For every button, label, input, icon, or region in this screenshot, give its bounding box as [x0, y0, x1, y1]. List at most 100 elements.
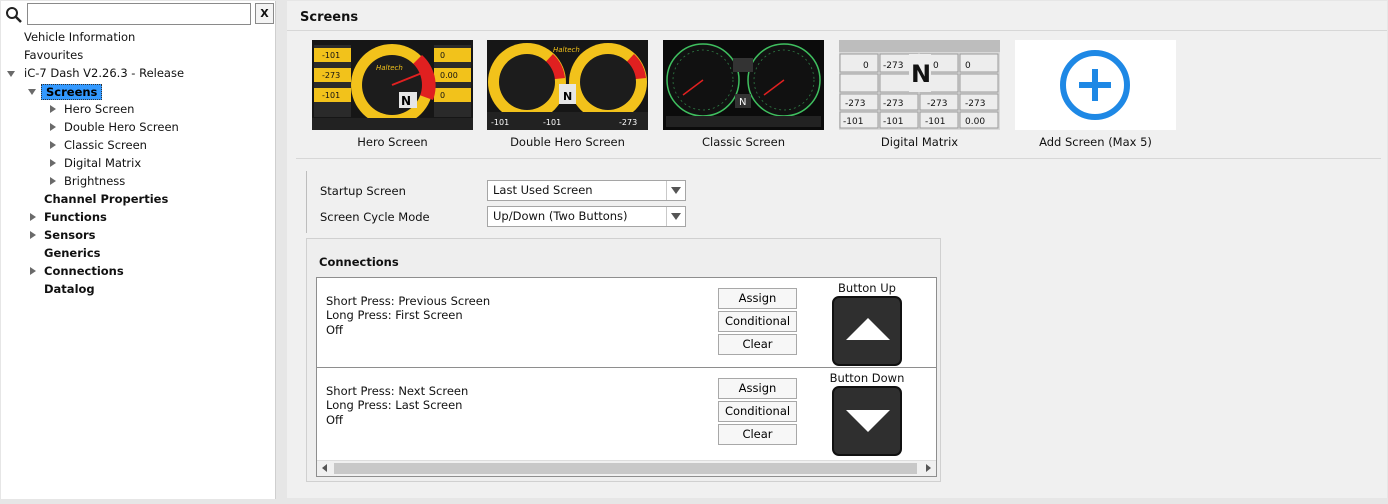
tree-item-label: Double Hero Screen	[64, 120, 179, 134]
thumb-value: -101	[883, 117, 903, 127]
thumb-value: -101	[925, 117, 945, 127]
classic-screen-thumbnail[interactable]: N	[663, 40, 824, 130]
thumb-value: 0	[440, 51, 445, 60]
tree-item-label: Datalog	[44, 282, 95, 296]
scrollbar-thumb[interactable]	[334, 463, 917, 474]
thumb-value: -101	[543, 118, 561, 127]
digital-matrix-screen-thumbnail[interactable]: N 0 -273 0 0 -273 -273 -273 -273 -101 -1…	[839, 40, 1000, 130]
tree-item-brightness[interactable]: Brightness	[1, 172, 271, 190]
hero-screen-thumbnail[interactable]: -101 -273 -101 0 0.00 0 N Haltech	[312, 40, 473, 130]
scroll-left-icon[interactable]	[322, 464, 327, 472]
thumb-value: -273	[322, 71, 340, 80]
connection-state: Off	[326, 413, 343, 427]
long-press-text: Long Press: First Screen	[326, 308, 463, 322]
tree-item-double-hero-screen[interactable]: Double Hero Screen	[1, 118, 271, 136]
button-down-label: Button Down	[829, 371, 905, 385]
chevron-right-icon[interactable]	[50, 159, 56, 167]
tree-item-label: Brightness	[64, 174, 126, 188]
tree-item-favourites[interactable]: Favourites	[1, 46, 271, 64]
search-clear-button[interactable]: X	[255, 3, 274, 24]
screen-card-hero[interactable]: -101 -273 -101 0 0.00 0 N Haltech Hero S…	[312, 40, 473, 152]
tree-item-label: Classic Screen	[64, 138, 147, 152]
assign-button[interactable]: Assign	[718, 378, 797, 399]
tree-item-generics[interactable]: Generics	[1, 244, 271, 262]
chevron-right-icon[interactable]	[50, 123, 56, 131]
thumb-value: 0.00	[965, 117, 985, 127]
screen-card-digital-matrix[interactable]: N 0 -273 0 0 -273 -273 -273 -273 -101 -1…	[839, 40, 1000, 152]
tree-item-vehicle-information[interactable]: Vehicle Information	[1, 28, 271, 46]
screen-cycle-mode-select[interactable]: Up/Down (Two Buttons)	[487, 206, 686, 227]
tree-item-label: Connections	[44, 264, 124, 278]
chevron-right-icon[interactable]	[30, 213, 36, 221]
thumb-value: -273	[883, 99, 903, 109]
conditional-button[interactable]: Conditional	[718, 311, 797, 332]
tree-item-digital-matrix[interactable]: Digital Matrix	[1, 154, 271, 172]
screen-settings: Startup Screen Last Used Screen Screen C…	[306, 171, 696, 233]
button-down-graphic	[832, 386, 902, 456]
tree-item-datalog[interactable]: Datalog	[1, 280, 271, 298]
chevron-down-icon[interactable]	[7, 71, 15, 77]
thumb-value: -273	[619, 118, 637, 127]
thumb-gear: N	[911, 60, 931, 88]
connections-title: Connections	[319, 255, 399, 269]
search-input[interactable]	[27, 3, 251, 25]
tree-item-connections[interactable]: Connections	[1, 262, 271, 280]
screen-card-classic[interactable]: N Classic Screen	[663, 40, 824, 152]
button-up-graphic	[832, 296, 902, 366]
tree-item-functions[interactable]: Functions	[1, 208, 271, 226]
tree-item-label: Sensors	[44, 228, 96, 242]
thumb-value: 0.00	[440, 71, 458, 80]
tree-item-label: Digital Matrix	[64, 156, 142, 170]
horizontal-scrollbar[interactable]	[317, 460, 936, 476]
clear-button[interactable]: Clear	[718, 424, 797, 445]
connections-panel: Connections Short Press: Previous Screen…	[306, 238, 941, 482]
chevron-right-icon[interactable]	[50, 177, 56, 185]
chevron-down-icon[interactable]	[28, 89, 36, 95]
connection-row-button-down: Short Press: Next Screen Long Press: Las…	[317, 368, 936, 458]
conditional-button[interactable]: Conditional	[718, 401, 797, 422]
chevron-down-icon[interactable]	[666, 207, 685, 226]
chevron-right-icon[interactable]	[30, 231, 36, 239]
tree-item-label: Channel Properties	[44, 192, 169, 206]
clear-button[interactable]: Clear	[718, 334, 797, 355]
double-hero-screen-thumbnail[interactable]: -101 -101 -273 N Haltech	[487, 40, 648, 130]
add-screen-button[interactable]	[1015, 40, 1176, 130]
thumb-value: -101	[322, 51, 340, 60]
short-press-text: Short Press: Next Screen	[326, 384, 469, 398]
tree-item-screens[interactable]: Screens	[1, 82, 271, 100]
scroll-right-icon[interactable]	[926, 464, 931, 472]
thumb-value: 0	[933, 61, 939, 71]
page-title: Screens	[300, 10, 359, 25]
thumb-brand: Haltech	[553, 46, 580, 54]
startup-screen-select[interactable]: Last Used Screen	[487, 180, 686, 201]
arrow-down-icon	[846, 410, 890, 432]
thumb-value: -273	[883, 61, 903, 71]
chevron-right-icon[interactable]	[50, 105, 56, 113]
screen-card-double-hero[interactable]: -101 -101 -273 N Haltech Double Hero Scr…	[487, 40, 648, 152]
tree-item-label: Hero Screen	[64, 102, 135, 116]
double-hero-screen-preview: -101 -101 -273 N Haltech	[487, 40, 648, 130]
short-press-text: Short Press: Previous Screen	[326, 294, 491, 308]
hero-screen-preview: -101 -273 -101 0 0.00 0 N Haltech	[312, 40, 473, 130]
tree-item-classic-screen[interactable]: Classic Screen	[1, 136, 271, 154]
tree-item-hero-screen[interactable]: Hero Screen	[1, 100, 271, 118]
select-value: Up/Down (Two Buttons)	[493, 209, 628, 223]
screen-card-add[interactable]: Add Screen (Max 5)	[1015, 40, 1176, 152]
screen-card-label: Add Screen (Max 5)	[1039, 135, 1152, 149]
search-icon[interactable]	[5, 6, 23, 24]
select-value: Last Used Screen	[493, 183, 593, 197]
startup-screen-label: Startup Screen	[320, 184, 406, 198]
chevron-right-icon[interactable]	[50, 141, 56, 149]
tree-item-device[interactable]: iC-7 Dash V2.26.3 - Release	[1, 64, 271, 82]
chevron-down-icon[interactable]	[666, 181, 685, 200]
thumb-value: -273	[927, 99, 947, 109]
tree-item-label: Favourites	[24, 48, 84, 62]
sidebar: X Vehicle Information Favourites iC-7 Da…	[1, 1, 276, 499]
assign-button[interactable]: Assign	[718, 288, 797, 309]
chevron-right-icon[interactable]	[30, 267, 36, 275]
add-circle-icon	[1060, 50, 1130, 120]
tree-item-sensors[interactable]: Sensors	[1, 226, 271, 244]
divider	[296, 158, 1381, 159]
tree-item-channel-properties[interactable]: Channel Properties	[1, 190, 271, 208]
main-panel: Screens -101 -273 -101 0 0.00 0 N Haltec…	[287, 1, 1387, 498]
